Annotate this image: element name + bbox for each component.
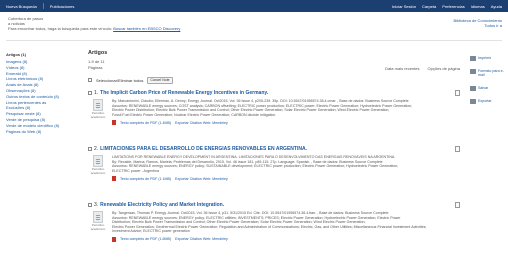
context-note: Para encontrar todos, haga la búsqueda p… xyxy=(8,26,113,31)
email-icon xyxy=(470,69,476,74)
print-icon xyxy=(470,56,476,61)
select-all-checkbox[interactable] xyxy=(88,78,92,82)
discovery-link[interactable]: Buscar también en EBSCO Discovery xyxy=(113,26,180,31)
add-to-folder-icon[interactable] xyxy=(455,90,460,96)
record-thumbnail: Periódico acadêmico xyxy=(88,99,108,125)
results-heading: Artigos xyxy=(88,50,108,56)
record-title-row: 2. LIMITACIONES PARA EL DESARROLLO DE EN… xyxy=(88,146,460,152)
record-body: Periódico acadêmico By: Tangeraas, Thoma… xyxy=(88,211,460,242)
record-body: Periódico acadêmico By: Marcantonini, Cl… xyxy=(88,99,460,126)
context-line-3: Para encontrar todos, haga la búsqueda p… xyxy=(8,26,428,31)
record-thumbnail: Periódico acadêmico xyxy=(88,155,108,181)
record-links: Texto completo de PDF (1.1MB) Exportar C… xyxy=(112,176,460,182)
record-details: By: Marcantonini, Claudio; Ellerman, A. … xyxy=(112,99,460,126)
tool-label: Exportar xyxy=(478,98,492,103)
record-number: 2. xyxy=(94,146,99,152)
record-meta-line: Fossil Fuel Electric Power Generation; N… xyxy=(112,112,276,117)
add-to-folder-icon[interactable] xyxy=(455,146,460,152)
facet-sidebar: Artigos (1) Imagens (8) Vídeos (8) Emera… xyxy=(6,52,68,134)
record-thumbnail: Periódico acadêmico xyxy=(88,211,108,242)
record-links: Texto completo de PDF (1.6MB) Exportar C… xyxy=(112,236,460,242)
preferences-link[interactable]: Preferencias xyxy=(442,4,464,9)
record-number: 3. xyxy=(94,202,99,208)
print-tool[interactable]: Imprimir xyxy=(470,56,504,61)
record-title-link[interactable]: LIMITACIONES PARA EL DESARROLLO DE ENERG… xyxy=(100,146,307,152)
email-tool[interactable]: Formato para e-mail xyxy=(470,69,504,78)
page-options-select[interactable]: Opções de página xyxy=(428,66,460,71)
pdf-full-text-link[interactable]: Texto completo de PDF (1.4MB) xyxy=(120,121,171,125)
record-details: LIMITATIONS FOR RENEWABLE ENERGY DEVELOP… xyxy=(112,155,460,182)
record-title-link[interactable]: Renewable Electricity Policy and Market … xyxy=(100,202,224,208)
journal-doc-icon xyxy=(93,211,103,223)
export-citation-link[interactable]: Exportar Citation Web: Mendeley xyxy=(175,177,228,181)
topbar-divider xyxy=(42,3,44,9)
record-checkbox[interactable] xyxy=(88,147,92,151)
record-title-row: 1. The Implicit Carbon Price of Renewabl… xyxy=(88,90,460,96)
record-details: By: Tangeraas, Thomas P. Energy Journal.… xyxy=(112,211,460,242)
record-title-link[interactable]: The Implicit Carbon Price of Renewable E… xyxy=(100,90,268,96)
tools-panel: Imprimir Formato para e-mail Salvar Expo… xyxy=(470,56,504,112)
new-search-link[interactable]: Nueva Búsqueda xyxy=(6,4,37,9)
record-type: Periódico acadêmico xyxy=(90,167,106,175)
tool-label: Imprimir xyxy=(478,56,491,60)
record-meta-line: By: Marcantonini, Claudio; Ellerman, A. … xyxy=(112,99,409,103)
select-all-label: Seleccionar/Eliminar todos xyxy=(96,77,144,83)
tool-label: Formato para e-mail xyxy=(478,69,504,78)
facet-item[interactable]: Outros textos de conteúdo (8) xyxy=(6,94,68,100)
record-links: Texto completo de PDF (1.4MB) Exportar C… xyxy=(112,120,460,126)
result-record: 3. Renewable Electricity Policy and Mark… xyxy=(88,202,460,242)
facet-item[interactable]: Verde de modelo científico (8) xyxy=(6,123,68,129)
publications-link[interactable]: Publicaciones xyxy=(50,4,75,9)
result-record: 1. The Implicit Carbon Price of Renewabl… xyxy=(88,90,460,126)
sort-options: Data mais recentes Opções de página xyxy=(385,66,460,71)
pdf-full-text-link[interactable]: Texto completo de PDF (1.6MB) xyxy=(120,237,171,241)
facet-item[interactable]: Páginas do Web (8) xyxy=(6,129,68,135)
folder-link[interactable]: Carpeta xyxy=(422,4,436,9)
record-type: Periódico acadêmico xyxy=(90,111,106,119)
facet-title: Artigos (1) xyxy=(6,52,26,57)
pdf-icon xyxy=(112,120,116,126)
pdf-full-text-link[interactable]: Texto completo de PDF (1.1MB) xyxy=(120,177,171,181)
languages-link[interactable]: Idiomas xyxy=(471,4,485,9)
journal-doc-icon xyxy=(93,99,103,111)
record-title-row: 3. Renewable Electricity Policy and Mark… xyxy=(88,202,460,208)
pdf-icon xyxy=(112,176,116,182)
pdf-icon xyxy=(112,236,116,242)
topbar-left: Nueva Búsqueda Publicaciones xyxy=(6,3,74,9)
export-icon xyxy=(470,98,476,104)
save-icon xyxy=(470,85,476,91)
record-checkbox[interactable] xyxy=(88,203,92,207)
export-citation-link[interactable]: Exportar Citation Web: Mendeley xyxy=(175,237,228,241)
journal-doc-icon xyxy=(93,155,103,167)
cancel-note-button[interactable]: Cancel Note xyxy=(147,76,173,84)
search-context: Cobertura de pasos a noticias Para encon… xyxy=(8,16,428,31)
add-to-folder-icon[interactable] xyxy=(455,202,460,208)
tool-label: Salvar xyxy=(478,85,489,90)
results-toolbar: Seleccionar/Eliminar todos Cancel Note xyxy=(88,74,460,86)
record-number: 1. xyxy=(94,90,99,96)
all-go-link[interactable]: Todos Ir a xyxy=(454,23,502,28)
record-checkbox[interactable] xyxy=(88,91,92,95)
help-link[interactable]: Ayuda xyxy=(491,4,502,9)
top-navigation-bar: Nueva Búsqueda Publicaciones Iniciar Ses… xyxy=(0,0,508,12)
export-citation-link[interactable]: Exportar Citation Web: Mendeley xyxy=(175,121,228,125)
record-body: Periódico acadêmico LIMITATIONS FOR RENE… xyxy=(88,155,460,182)
sign-in-link[interactable]: Iniciar Sesión xyxy=(392,4,416,9)
record-meta-line: Investment Advice; ELECTRIC power genera… xyxy=(112,229,190,234)
record-meta-line: ELECTRIC power - Argentina xyxy=(112,168,159,173)
export-tool[interactable]: Exportar xyxy=(470,98,504,104)
result-record: 2. LIMITACIONES PARA EL DESARROLLO DE EN… xyxy=(88,146,460,182)
record-type: Periódico acadêmico xyxy=(90,223,106,231)
topbar-right: Iniciar Sesión Carpeta Preferencias Idio… xyxy=(392,4,502,9)
top-right-links: Biblioteca de Conocimiento Todos Ir a xyxy=(454,18,502,28)
save-tool[interactable]: Salvar xyxy=(470,85,504,91)
header-divider xyxy=(6,40,502,41)
sort-date-select[interactable]: Data mais recentes xyxy=(385,66,419,71)
